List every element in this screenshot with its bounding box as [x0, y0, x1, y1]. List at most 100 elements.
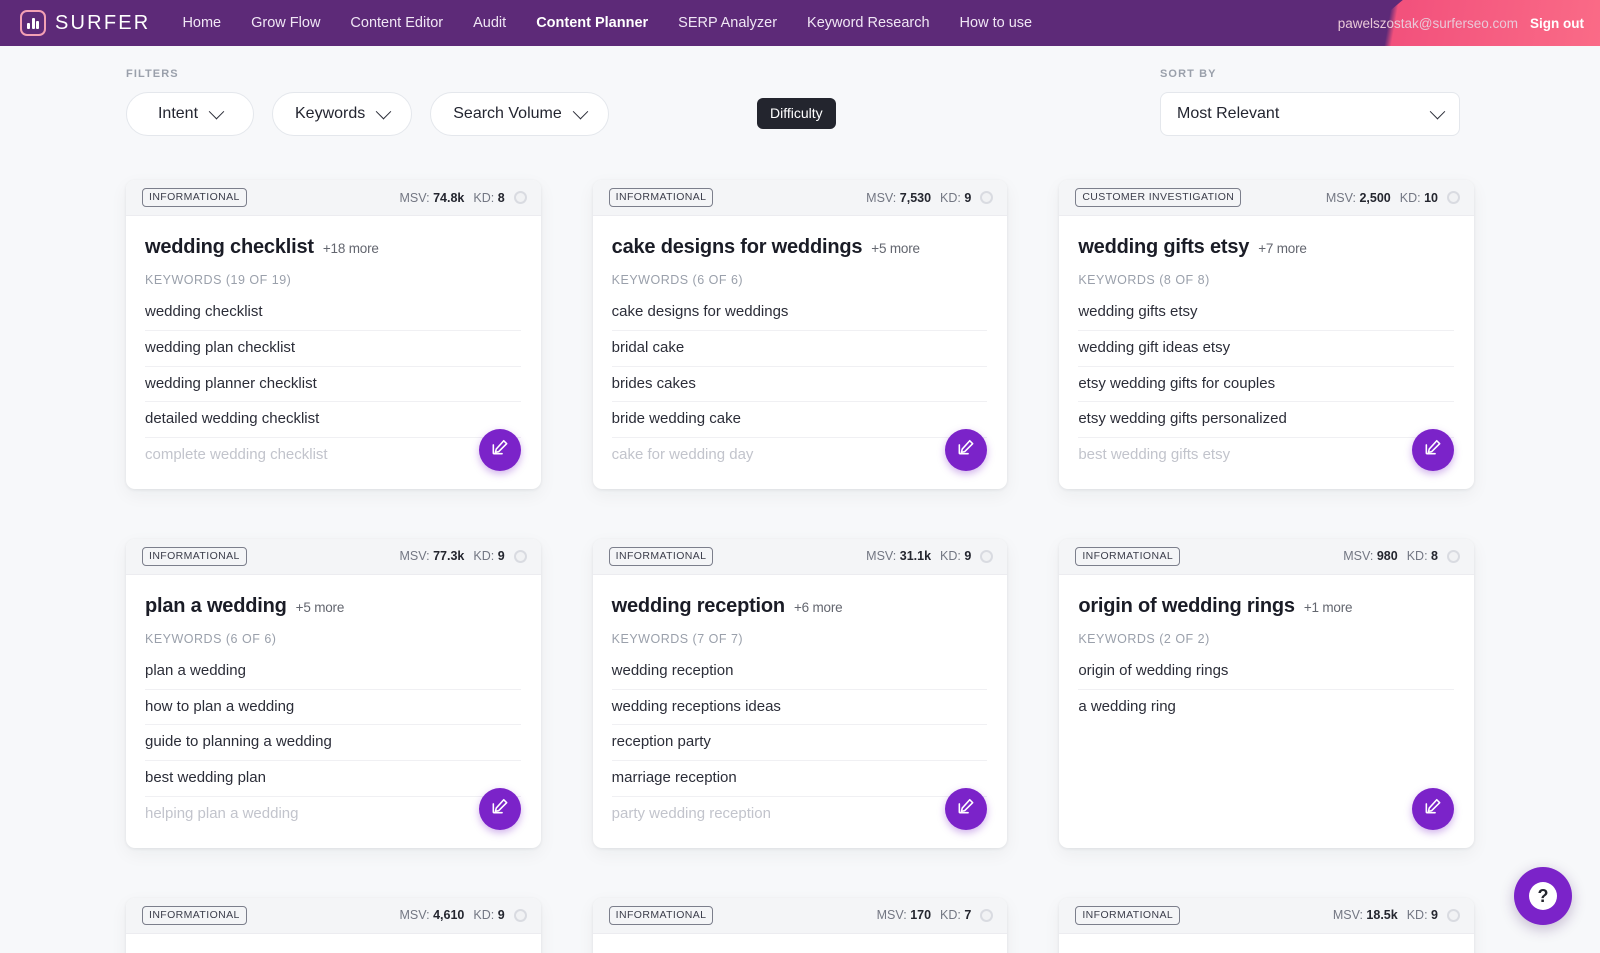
card-header: CUSTOMER INVESTIGATION MSV: 2,500 KD: 10 [1059, 180, 1474, 216]
nav-link-how-to-use[interactable]: How to use [960, 15, 1033, 31]
card-metrics: MSV: 980 KD: 8 [1343, 549, 1460, 563]
difficulty-indicator-icon[interactable] [1446, 908, 1460, 922]
msv-label: MSV: [1325, 190, 1356, 205]
kd-label: KD: [1406, 549, 1428, 564]
keyword-cluster-card[interactable]: INFORMATIONAL MSV: 980 KD: 8 origin of wedd… [1059, 538, 1474, 848]
filter-chip-search-volume[interactable]: Search Volume [430, 92, 609, 136]
keyword-list: wedding gifts etsy wedding gift ideas ets… [1078, 295, 1454, 473]
create-content-button[interactable] [1411, 428, 1454, 471]
edit-pencil-icon [1423, 437, 1443, 462]
card-metrics: MSV: 74.8k KD: 8 [400, 191, 527, 205]
difficulty-indicator-icon[interactable] [980, 191, 994, 204]
create-content-button[interactable] [1411, 787, 1454, 830]
kd-value: 9 [964, 549, 972, 564]
msv-value: 2,500 [1359, 190, 1391, 205]
nav-link-content-planner[interactable]: Content Planner [536, 15, 648, 31]
difficulty-indicator-icon[interactable] [980, 908, 994, 922]
keyword-list: wedding reception wedding receptions idea… [611, 654, 988, 832]
msv-metric: MSV: 7,530 [866, 191, 931, 205]
sort-by-select[interactable]: Most Relevant [1160, 92, 1460, 136]
card-title-text: wedding reception [611, 594, 785, 617]
create-content-button[interactable] [945, 787, 988, 830]
msv-value: 7,530 [899, 190, 932, 205]
kd-metric: KD: 10 [1400, 191, 1438, 205]
intent-badge: INFORMATIONAL [608, 905, 714, 925]
account-email: pawelszostak@surferseo.com [1337, 15, 1518, 31]
difficulty-indicator-icon[interactable] [513, 191, 527, 204]
keyword-list-item: wedding plan checklist [145, 331, 521, 367]
msv-label: MSV: [1343, 549, 1374, 564]
filter-chip-keywords[interactable]: Keywords [272, 92, 413, 136]
sign-out-link[interactable]: Sign out [1530, 16, 1584, 31]
nav-link-grow-flow[interactable]: Grow Flow [251, 15, 320, 31]
keywords-count-label: KEYWORDS (8 OF 8) [1078, 273, 1210, 287]
card-more-count[interactable]: +7 more [1258, 241, 1307, 256]
msv-metric: MSV: 2,500 [1326, 191, 1391, 205]
nav-link-keyword-research[interactable]: Keyword Research [807, 15, 930, 31]
keyword-list-item: bridal cake [611, 331, 988, 367]
nav-link-home[interactable]: Home [182, 15, 221, 31]
kd-metric: KD: 9 [1407, 908, 1438, 922]
card-header: INFORMATIONAL MSV: 18.5k KD: 9 [1059, 897, 1474, 934]
filter-chip-label: Keywords [295, 105, 366, 122]
card-title: wedding gifts etsy +7 more [1078, 236, 1454, 259]
card-body: cake designs for weddings +5 more KEYWORDS… [593, 216, 1008, 489]
keyword-list-item: wedding receptions ideas [611, 690, 988, 726]
filter-chip-intent[interactable]: Intent [126, 92, 254, 136]
keyword-cluster-card[interactable]: CUSTOMER INVESTIGATION MSV: 2,500 KD: 10 we… [1059, 180, 1474, 489]
keyword-list-item: wedding gift ideas etsy [1078, 331, 1454, 367]
intent-badge: INFORMATIONAL [608, 546, 714, 566]
difficulty-indicator-icon[interactable] [513, 908, 527, 922]
keyword-cluster-card[interactable]: INFORMATIONAL MSV: 4,610 KD: 9 nytimes wedd… [126, 897, 541, 953]
kd-value: 9 [497, 908, 505, 922]
content-planner-grid-wrapper: Difficulty INFORMATIONAL MSV: 74.8k KD: 8 w… [0, 98, 1600, 953]
keyword-list-item: wedding reception [611, 654, 988, 690]
card-more-count[interactable]: +18 more [323, 241, 379, 256]
msv-label: MSV: [866, 190, 897, 205]
create-content-button[interactable] [478, 787, 521, 830]
keyword-list-item: best wedding plan [145, 761, 521, 797]
card-more-count[interactable]: +5 more [296, 600, 345, 615]
kd-label: KD: [1406, 908, 1428, 922]
card-title: wedding reception +6 more [612, 595, 988, 618]
create-content-button[interactable] [478, 428, 521, 471]
nav-link-audit[interactable]: Audit [473, 15, 506, 31]
card-header: INFORMATIONAL MSV: 170 KD: 7 [592, 897, 1008, 934]
kd-label: KD: [940, 190, 961, 205]
card-body: plan a wedding +5 more KEYWORDS (6 OF 6) pl… [126, 575, 541, 848]
nav-link-content-editor[interactable]: Content Editor [350, 15, 443, 31]
keyword-list-item: complete wedding checklist [145, 446, 328, 463]
msv-metric: MSV: 31.1k [866, 549, 931, 563]
keyword-cluster-card[interactable]: INFORMATIONAL MSV: 77.3k KD: 9 plan a weddi… [126, 538, 541, 848]
card-body: wedding checklist +18 more KEYWORDS (19 OF… [126, 216, 541, 489]
msv-label: MSV: [399, 908, 430, 922]
create-content-button[interactable] [945, 428, 988, 471]
keyword-cluster-card[interactable]: INFORMATIONAL MSV: 7,530 KD: 9 cake designs… [592, 180, 1008, 489]
kd-label: KD: [473, 908, 495, 922]
kd-value: 8 [497, 190, 505, 205]
difficulty-indicator-icon[interactable] [1446, 191, 1460, 204]
sort-by-label: SORT BY [1160, 68, 1217, 80]
card-title-text: plan a wedding [145, 594, 287, 617]
brand-logo[interactable]: SURFER [20, 10, 150, 36]
nav-link-serp-analyzer[interactable]: SERP Analyzer [678, 15, 777, 31]
difficulty-indicator-icon[interactable] [513, 549, 527, 563]
difficulty-indicator-icon[interactable] [980, 549, 994, 563]
primary-nav: Home Grow Flow Content Editor Audit Content … [182, 15, 1032, 31]
card-more-count[interactable]: +6 more [794, 600, 843, 615]
keyword-cluster-card[interactable]: INFORMATIONAL MSV: 18.5k KD: 9 officiant+16… [1059, 897, 1474, 953]
card-more-count[interactable]: +5 more [871, 241, 920, 256]
keyword-cluster-card[interactable]: INFORMATIONAL MSV: 170 KD: 7 bride magazine… [592, 897, 1008, 953]
card-more-count[interactable]: +1 more [1304, 600, 1353, 615]
card-metrics: MSV: 31.1k KD: 9 [866, 549, 994, 564]
kd-label: KD: [940, 549, 961, 564]
msv-metric: MSV: 4,610 [400, 908, 465, 922]
intent-badge: CUSTOMER INVESTIGATION [1075, 188, 1242, 207]
keyword-list-item: guide to planning a wedding [145, 725, 521, 761]
keyword-cluster-card[interactable]: INFORMATIONAL MSV: 31.1k KD: 9 wedding rece… [592, 538, 1008, 848]
card-title: wedding checklist +18 more [145, 236, 521, 259]
keyword-cluster-card[interactable]: INFORMATIONAL MSV: 74.8k KD: 8 wedding chec… [126, 180, 541, 489]
help-button[interactable]: ? [1514, 867, 1572, 925]
difficulty-indicator-icon[interactable] [1446, 549, 1460, 563]
card-metrics: MSV: 170 KD: 7 [877, 908, 994, 922]
